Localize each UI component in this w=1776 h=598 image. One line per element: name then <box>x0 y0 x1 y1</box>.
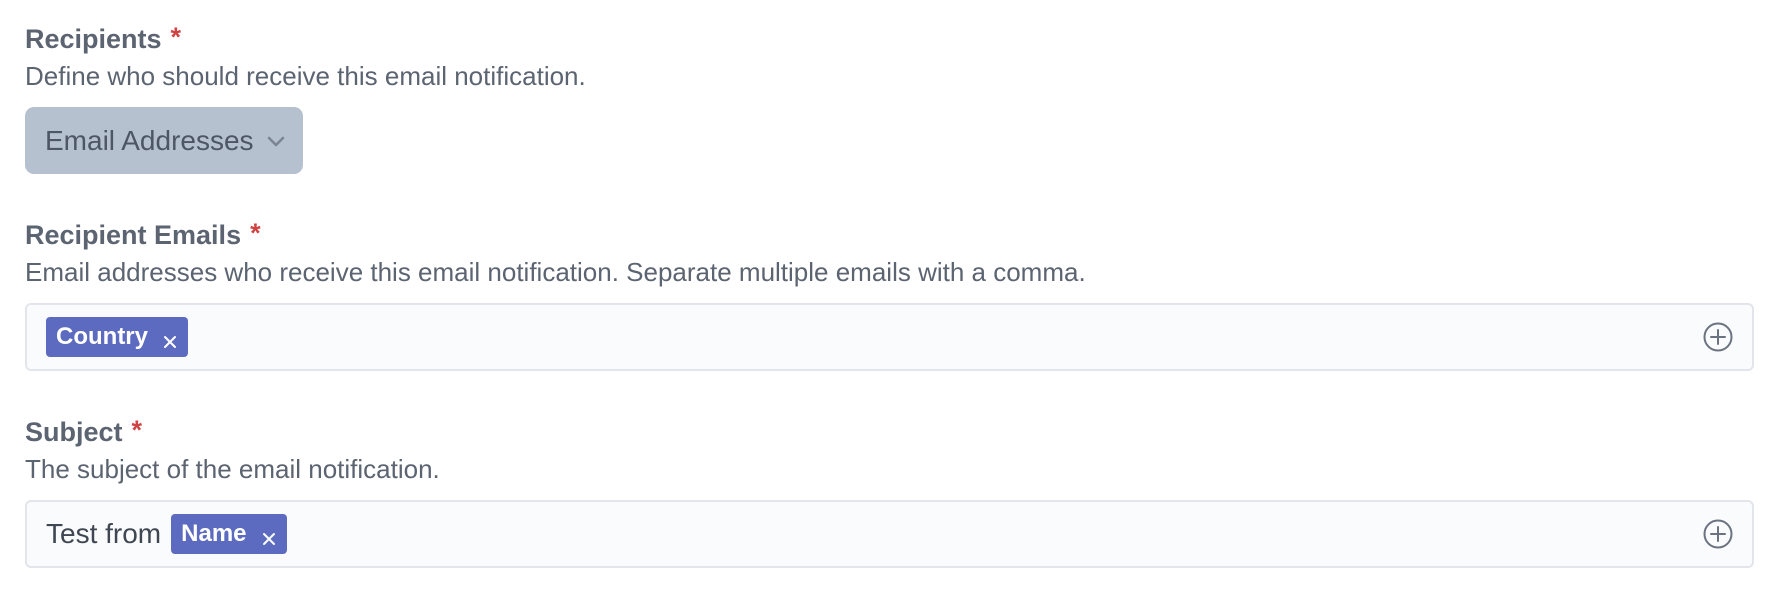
merge-tag[interactable]: Country <box>46 317 188 357</box>
recipient-emails-label: Recipient Emails <box>25 220 242 250</box>
close-icon[interactable] <box>162 329 178 348</box>
subject-input[interactable]: Test from Name <box>25 500 1754 568</box>
recipients-select[interactable]: Email Addresses <box>25 107 303 174</box>
recipients-select-value: Email Addresses <box>45 124 254 156</box>
merge-tag-label: Name <box>181 520 247 547</box>
recipients-label: Recipients <box>25 24 162 54</box>
merge-tag[interactable]: Name <box>171 514 287 554</box>
recipients-help-text: Define who should receive this email not… <box>25 61 586 91</box>
recipient-emails-input[interactable]: Country <box>25 303 1754 371</box>
merge-tag-label: Country <box>56 323 148 350</box>
recipient-emails-help-text: Email addresses who receive this email n… <box>25 257 1086 287</box>
subject-field: Subject * The subject of the email notif… <box>25 415 1754 568</box>
subject-label: Subject <box>25 417 123 447</box>
plus-circle-icon[interactable] <box>1702 518 1734 550</box>
recipient-emails-field: Recipient Emails * Email addresses who r… <box>25 218 1754 371</box>
required-asterisk: * <box>131 415 143 445</box>
recipients-field: Recipients * Define who should receive t… <box>25 22 1754 174</box>
required-asterisk: * <box>170 22 182 52</box>
subject-help-text: The subject of the email notification. <box>25 454 440 484</box>
plus-circle-icon[interactable] <box>1702 321 1734 353</box>
recipients-label-row: Recipients * <box>25 22 1754 56</box>
close-icon[interactable] <box>261 526 277 545</box>
chevron-down-icon <box>266 131 286 151</box>
subject-label-row: Subject * <box>25 415 1754 449</box>
required-asterisk: * <box>250 218 261 248</box>
subject-text: Test from <box>46 518 162 549</box>
recipient-emails-label-row: Recipient Emails * <box>25 218 1754 252</box>
